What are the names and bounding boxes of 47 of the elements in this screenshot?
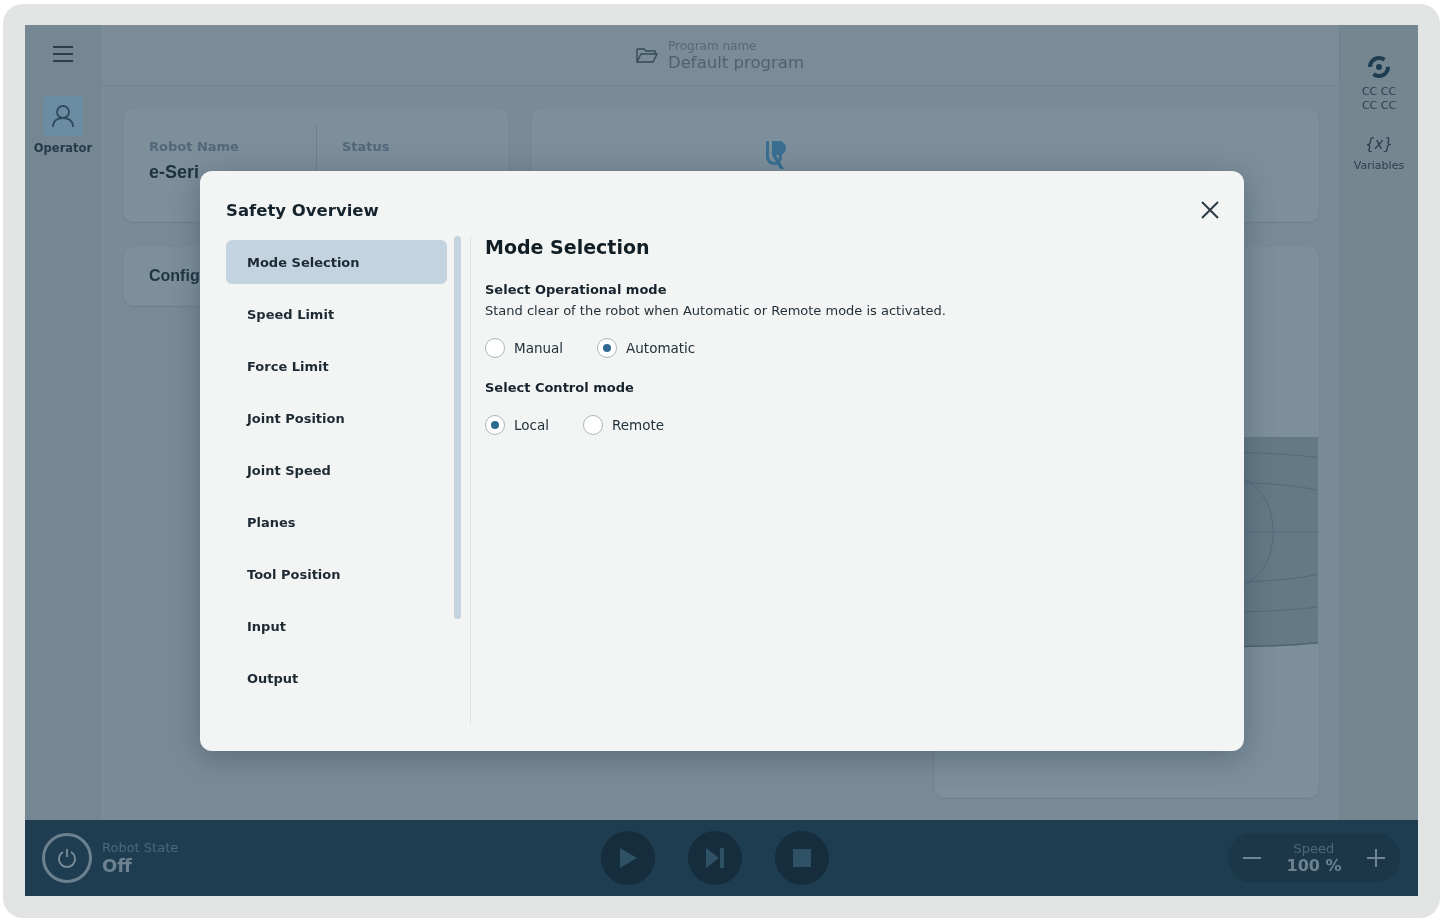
play-icon — [618, 847, 638, 869]
close-icon — [1200, 200, 1220, 220]
stop-button[interactable] — [775, 831, 829, 885]
step-icon — [705, 847, 725, 869]
nav-item[interactable]: Speed Limit — [226, 292, 447, 336]
nav-item[interactable]: Tool Position — [226, 552, 447, 596]
state-value: Off — [102, 855, 133, 876]
increase-button[interactable] — [1366, 848, 1386, 868]
power-icon — [56, 847, 78, 869]
play-button[interactable] — [601, 831, 655, 885]
nav-item[interactable]: Force Limit — [226, 344, 447, 388]
radio-option[interactable]: Local — [485, 415, 549, 435]
section-heading: Mode Selection — [485, 236, 651, 258]
radio-button[interactable] — [597, 338, 618, 358]
swirl-icon — [1367, 55, 1391, 79]
group-title: Select Control mode — [485, 380, 635, 395]
radio-option[interactable]: Remote — [583, 415, 665, 435]
plus-icon — [1366, 848, 1386, 868]
speed-value: 100 % — [1286, 856, 1342, 875]
radio-button[interactable] — [485, 338, 505, 358]
stop-icon — [792, 848, 812, 868]
nav-item[interactable]: Input — [226, 604, 447, 648]
operator-label: Operator — [33, 141, 93, 155]
menu-icon — [52, 45, 74, 63]
nav-item[interactable]: Output — [226, 656, 447, 700]
minus-icon — [1242, 857, 1262, 859]
nav-item[interactable]: Mode Selection — [226, 240, 447, 284]
card-title: Config — [149, 267, 200, 285]
nav-item[interactable]: Planes — [226, 500, 447, 544]
radio-option[interactable]: Automatic — [597, 338, 696, 358]
radio-option[interactable]: Manual — [485, 338, 564, 358]
step-button[interactable] — [688, 831, 742, 885]
nav-item[interactable]: Joint Speed — [226, 448, 447, 492]
group-description: Stand clear of the robot when Automatic or Remote mode is activated. — [485, 303, 947, 318]
group-title: Select Operational mode — [485, 282, 668, 297]
power-button[interactable] — [42, 833, 92, 883]
menu-button[interactable] — [52, 45, 74, 63]
folder-icon — [636, 47, 658, 63]
field-value: e-Seri — [149, 162, 201, 183]
nav-item[interactable]: Joint Position — [226, 396, 447, 440]
radio-button[interactable] — [485, 415, 505, 435]
close-button[interactable] — [1200, 200, 1220, 220]
operator-tile[interactable] — [43, 96, 83, 136]
dialog-title: Safety Overview — [226, 200, 379, 220]
user-icon — [52, 104, 74, 128]
scrollbar-thumb[interactable] — [454, 236, 461, 619]
radio-button[interactable] — [583, 415, 603, 435]
